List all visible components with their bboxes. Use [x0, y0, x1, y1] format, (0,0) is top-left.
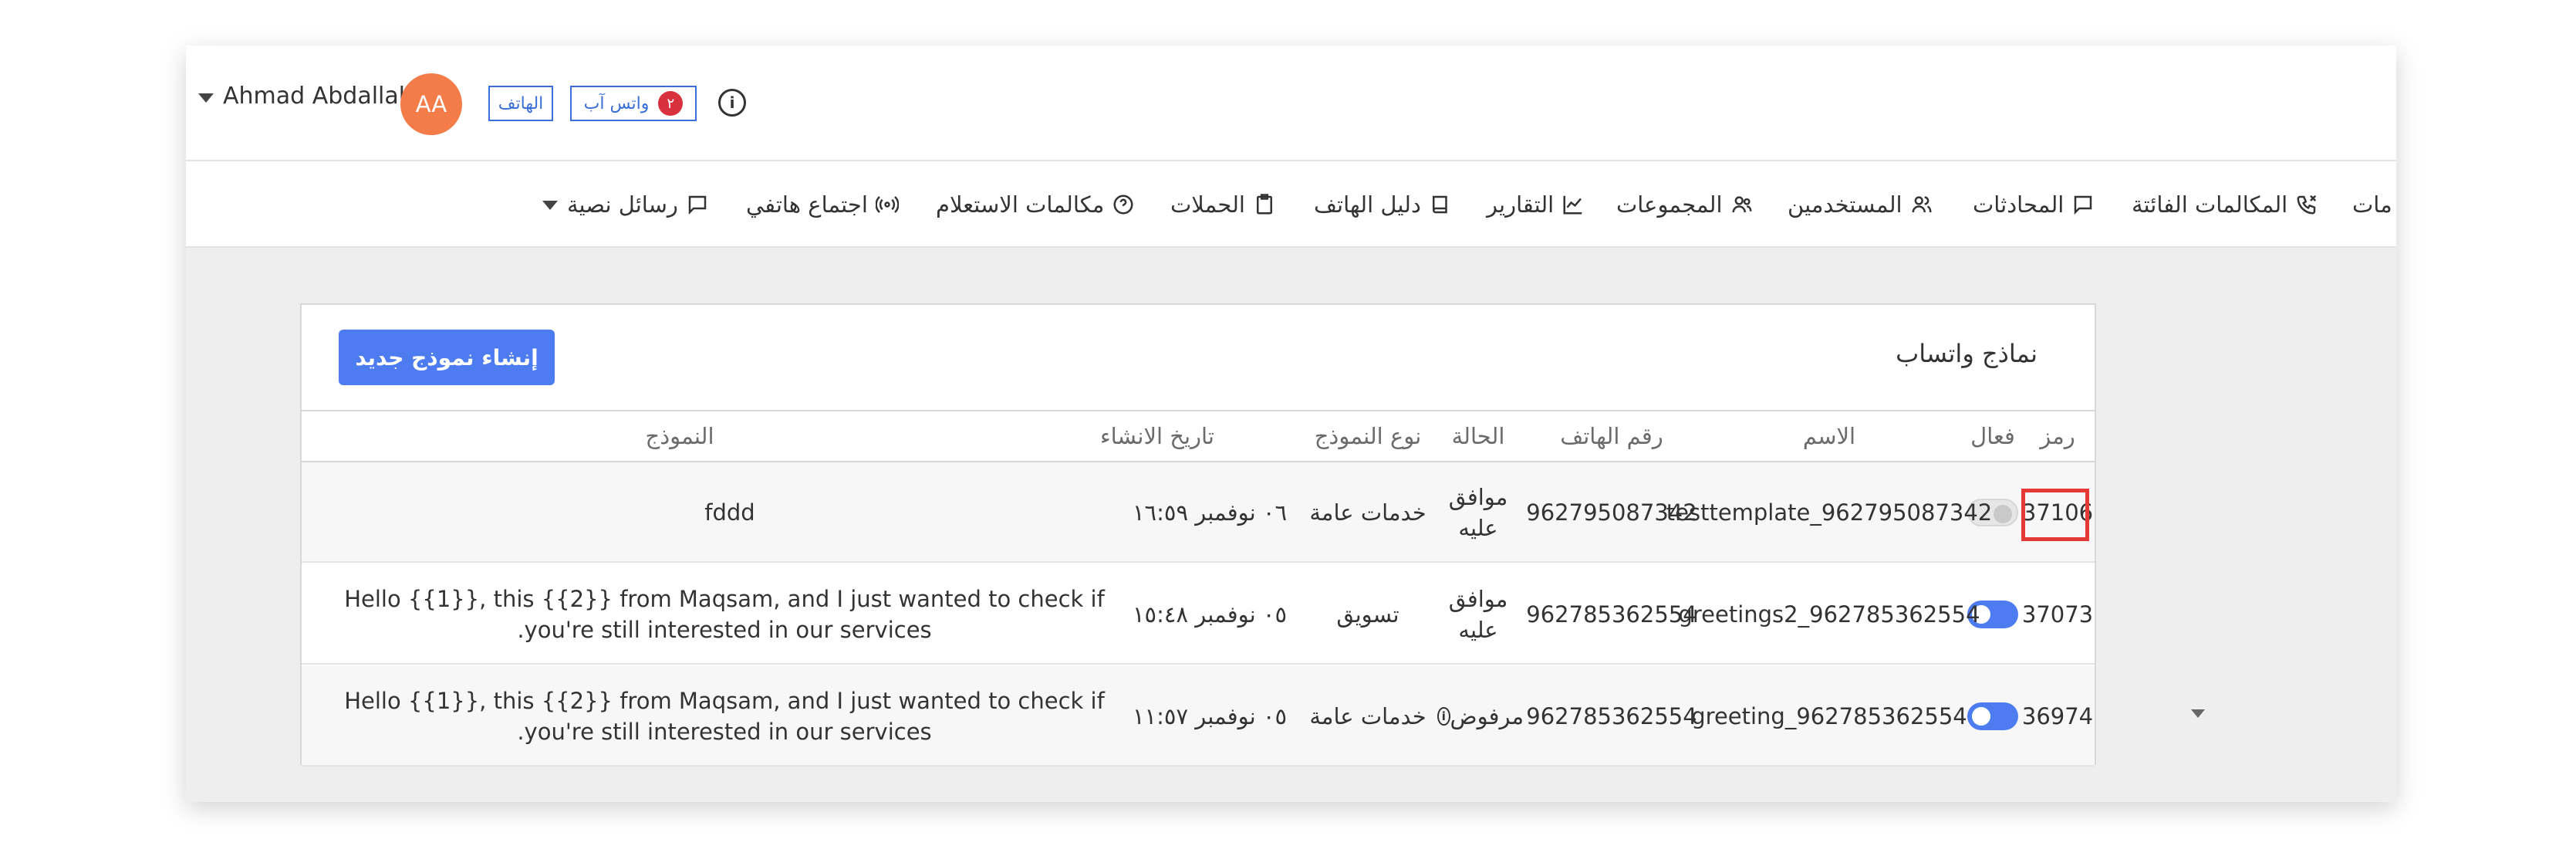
caret-down-icon[interactable]	[2191, 709, 2205, 718]
table-row: 37106 testtemplate_962795087342 96279508…	[302, 462, 2095, 563]
whatsapp-templates-card: نماذج واتساب إنشاء نموذج جديد رمز فعال ا…	[300, 303, 2096, 766]
row-name: greeting_962785362554	[1691, 703, 1967, 729]
nav-item-reports[interactable]: التقارير	[1487, 161, 1585, 248]
users-icon	[1912, 196, 1932, 213]
template-text-line: fddd	[704, 499, 755, 526]
status-text: مرفوض	[1450, 703, 1524, 729]
active-toggle[interactable]	[1967, 702, 2018, 730]
app-window: Ahmad Abdallah AA الهاتف واتس آب ٢ i رسا…	[186, 46, 2396, 802]
row-template: fddd	[348, 462, 1112, 563]
template-text-line: Hello {{1}}, this {{2}} from Maqsam, and…	[344, 688, 1105, 714]
whatsapp-badge-label: واتس آب	[583, 93, 650, 113]
whatsapp-count-badge: ٢	[658, 91, 684, 116]
column-header-status[interactable]: الحالة	[1433, 411, 1524, 461]
nav-item-label: مكالمات الاستعلام	[936, 191, 1105, 218]
nav-item-conversations[interactable]: المحادثات	[1973, 161, 2095, 248]
row-code: 37073	[2021, 601, 2094, 628]
template-text-line: .you're still interested in our services	[517, 617, 932, 643]
nav-item-sms[interactable]: رسائل نصية	[567, 161, 709, 248]
broadcast-icon	[875, 196, 899, 213]
user-menu-caret-icon[interactable]	[198, 93, 214, 103]
nav-item-conference[interactable]: اجتماع هاتفي	[746, 161, 899, 248]
row-name: greetings2_962785362554	[1678, 601, 1980, 628]
row-status: مرفوض i	[1433, 666, 1524, 766]
nav-item-label: مات	[2352, 191, 2392, 218]
chat-icon	[2075, 195, 2092, 215]
user-name[interactable]: Ahmad Abdallah	[223, 83, 414, 110]
page-title: نماذج واتساب	[1896, 339, 2038, 368]
nav-item-label: المكالمات الفائتة	[2132, 191, 2288, 218]
nav-item-cut[interactable]: مات	[2352, 161, 2392, 248]
nav-item-phonebook[interactable]: دليل الهاتف	[1314, 161, 1452, 248]
phone-channel-badge[interactable]: الهاتف	[488, 86, 553, 121]
row-created: ٠٥ نوفمبر ١١:٥٧	[1132, 703, 1288, 729]
column-header-phone[interactable]: رقم الهاتف	[1524, 411, 1700, 461]
row-phone: 962795087342	[1526, 499, 1697, 526]
column-header-active[interactable]: فعال	[1959, 411, 2027, 461]
nav-item-label: المجموعات	[1616, 191, 1723, 218]
info-icon[interactable]: i	[1437, 707, 1450, 726]
row-created: ٠٦ نوفمبر ١٦:٥٩	[1132, 499, 1288, 526]
column-header-template[interactable]: النموذج	[348, 411, 1011, 461]
card-header: نماذج واتساب إنشاء نموذج جديد	[302, 305, 2095, 411]
question-icon	[1113, 195, 1133, 215]
message-icon	[688, 195, 707, 215]
nav-item-campaigns[interactable]: الحملات	[1170, 161, 1276, 248]
chart-icon	[1563, 195, 1582, 215]
nav-more-caret-icon[interactable]	[542, 201, 558, 210]
row-code: 36974	[2021, 703, 2094, 729]
row-template: Hello {{1}}, this {{2}} from Maqsam, and…	[333, 666, 1116, 766]
column-header-name[interactable]: الاسم	[1700, 411, 1959, 461]
column-header-type[interactable]: نوع النموذج	[1303, 411, 1433, 461]
row-type: خدمات عامة	[1309, 499, 1426, 526]
avatar[interactable]: AA	[400, 73, 462, 135]
nav-item-label: الحملات	[1170, 191, 1245, 218]
table-row: 37073 greetings2_962785362554 9627853625…	[302, 564, 2095, 665]
nav-item-inquiry-calls[interactable]: مكالمات الاستعلام	[936, 161, 1135, 248]
nav-item-users[interactable]: المستخدمين	[1788, 161, 1933, 248]
create-template-button[interactable]: إنشاء نموذج جديد	[339, 330, 555, 385]
nav-item-groups[interactable]: المجموعات	[1616, 161, 1754, 248]
main-nav: رسائل نصية اجتماع هاتفي مكالمات الاستعلا…	[186, 161, 2396, 248]
row-created: ٠٥ نوفمبر ١٥:٤٨	[1132, 601, 1288, 628]
row-status: موافق عليه	[1448, 586, 1508, 643]
column-header-created[interactable]: تاريخ الانشاء	[1011, 411, 1303, 461]
nav-item-label: دليل الهاتف	[1314, 191, 1421, 218]
row-type: تسويق	[1336, 601, 1399, 628]
info-icon[interactable]: i	[718, 89, 746, 117]
book-icon	[1432, 195, 1447, 214]
row-name: testtemplate_962795087342	[1666, 499, 1993, 526]
nav-item-label: التقارير	[1487, 191, 1555, 218]
row-status: موافق عليه	[1448, 484, 1508, 541]
groups-icon	[1732, 196, 1752, 213]
nav-item-label: المستخدمين	[1788, 191, 1902, 218]
row-phone: 962785362554	[1526, 601, 1697, 628]
template-text-line: Hello {{1}}, this {{2}} from Maqsam, and…	[344, 586, 1105, 612]
toggle-highlight-box	[2021, 489, 2089, 541]
nav-item-label: رسائل نصية	[567, 191, 678, 218]
column-header-code[interactable]: رمز	[2027, 411, 2088, 461]
nav-item-label: اجتماع هاتفي	[746, 191, 868, 218]
row-template: Hello {{1}}, this {{2}} from Maqsam, and…	[333, 564, 1116, 665]
whatsapp-channel-badge[interactable]: واتس آب ٢	[570, 86, 697, 121]
missed-call-icon	[2297, 195, 2317, 215]
nav-item-label: المحادثات	[1973, 191, 2065, 218]
toggle-knob	[1994, 505, 2012, 523]
clipboard-icon	[1256, 194, 1272, 215]
row-type: خدمات عامة	[1309, 703, 1426, 729]
template-text-line: .you're still interested in our services	[517, 719, 932, 745]
top-bar: Ahmad Abdallah AA الهاتف واتس آب ٢ i	[186, 46, 2396, 161]
nav-item-missed-calls[interactable]: المكالمات الفائتة	[2132, 161, 2318, 248]
table-row: 36974 greeting_962785362554 962785362554…	[302, 666, 2095, 766]
row-phone: 962785362554	[1526, 703, 1697, 729]
toggle-knob	[1972, 707, 1990, 726]
